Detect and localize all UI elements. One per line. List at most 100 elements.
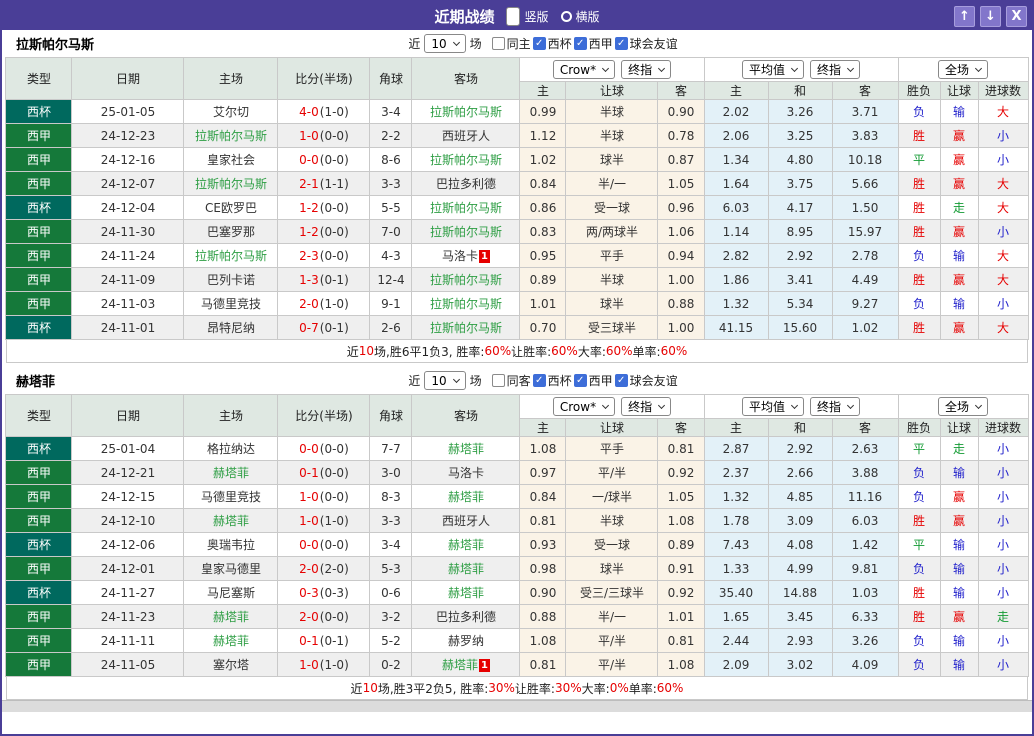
checkbox-club-friendly[interactable]: 球会友谊 (614, 372, 678, 389)
fulltime-select[interactable]: 全场 (938, 60, 989, 79)
average-select[interactable]: 平均值 (741, 60, 804, 79)
filter-row: 赫塔菲 近 10 场 同客 西杯 西甲 (2, 367, 1032, 394)
date-cell: 24-11-24 (71, 243, 185, 268)
team-name-text: 赫罗纳 (447, 634, 484, 648)
result-goals-cell: 小 (977, 508, 1029, 533)
team-name-text: 赫塔菲 (447, 586, 484, 600)
home-team-cell: 塞尔塔 (183, 652, 279, 677)
average-time-select[interactable]: 终指 (810, 397, 861, 416)
avg-home-cell: 2.06 (703, 123, 769, 148)
checkbox-unchecked-icon (491, 37, 505, 50)
avg-draw-cell: 4.85 (767, 484, 833, 509)
summary-segment: 单率: (632, 344, 661, 359)
odds-away-cell: 1.01 (657, 604, 705, 629)
checkbox-liga[interactable]: 西甲 (573, 35, 613, 52)
team-name-text: 巴列卡诺 (206, 273, 255, 287)
corner-cell: 3-3 (369, 171, 413, 196)
halftime-score: (0-0) (319, 609, 349, 624)
summary-segment: 单率: (628, 681, 657, 696)
col-header-corner: 角球 (369, 57, 413, 100)
fulltime-score: 0-0 (299, 441, 319, 456)
col-header-odds-home: 主 (519, 418, 567, 437)
fulltime-score: 2-3 (299, 248, 319, 263)
match-row: 西甲 24-11-23 赫塔菲 2-0(0-0) 3-2 巴拉多利德 0.88 半/一 1.01… (5, 604, 1029, 629)
fulltime-score: 2-0 (299, 561, 319, 576)
team-name-text: 拉斯帕尔马斯 (194, 129, 267, 143)
radio-horizontal-layout[interactable]: 横版 (560, 8, 600, 25)
col-header-avg-home: 主 (703, 418, 769, 437)
team-name-text: 奥瑞韦拉 (206, 538, 255, 552)
avg-draw-cell: 3.02 (767, 652, 833, 677)
team-name-text: 拉斯帕尔马斯 (429, 153, 502, 167)
checkbox-label: 同客 (506, 374, 531, 388)
checkbox-cup[interactable]: 西杯 (532, 372, 572, 389)
avg-home-cell: 1.33 (703, 556, 769, 581)
corner-cell: 5-2 (369, 628, 413, 653)
date-cell: 25-01-05 (71, 99, 185, 124)
result-handicap-cell: 赢 (939, 147, 979, 172)
odds-home-cell: 1.01 (519, 291, 567, 316)
odds-home-cell: 1.02 (519, 147, 567, 172)
checkbox-club-friendly[interactable]: 球会友谊 (614, 35, 678, 52)
away-team-cell: 赫塔菲 (411, 556, 521, 581)
result-handicap-cell: 输 (939, 556, 979, 581)
bookmaker-select[interactable]: Crow* (552, 60, 616, 79)
team-section-getafe: 赫塔菲 近 10 场 同客 西杯 西甲 (2, 367, 1032, 700)
match-count-select[interactable]: 10 (424, 371, 466, 390)
away-team-cell: 拉斯帕尔马斯 (411, 195, 521, 220)
radio-vertical-layout[interactable]: 竖版 (506, 6, 549, 26)
date-cell: 24-12-07 (71, 171, 185, 196)
near-label: 近 (408, 37, 421, 51)
odds-time-select[interactable]: 终指 (621, 60, 672, 79)
avg-draw-cell: 15.60 (767, 315, 833, 340)
average-time-select[interactable]: 终指 (810, 60, 861, 79)
date-cell: 24-11-11 (71, 628, 185, 653)
odds-home-cell: 0.84 (519, 171, 567, 196)
score-cell: 0-0(0-0) (277, 532, 371, 557)
team-name-text: 巴拉多利德 (435, 610, 496, 624)
summary-segment: 近 (350, 681, 363, 696)
odds-home-cell: 1.08 (519, 628, 567, 653)
odds-handicap-cell: 受一球 (565, 195, 659, 220)
corner-cell: 12-4 (369, 267, 413, 292)
avg-away-cell: 1.42 (831, 532, 899, 557)
home-team-cell: 赫塔菲 (183, 604, 279, 629)
result-wdl-cell: 负 (897, 556, 941, 581)
checkbox-cup[interactable]: 西杯 (532, 35, 572, 52)
away-team-cell: 马洛卡 (411, 460, 521, 485)
odds-home-cell: 0.90 (519, 580, 567, 605)
checkbox-same-home[interactable]: 同主 (491, 35, 531, 52)
fulltime-select[interactable]: 全场 (938, 397, 989, 416)
halftime-score: (0-1) (319, 272, 349, 287)
red-card-badge: 1 (478, 250, 490, 263)
avg-home-cell: 1.14 (703, 219, 769, 244)
date-cell: 25-01-04 (71, 436, 185, 461)
fulltime-score: 1-2 (299, 224, 319, 239)
red-card-badge: 1 (478, 659, 490, 672)
home-team-cell: 昂特尼纳 (183, 315, 279, 340)
away-team-cell: 赫罗纳 (411, 628, 521, 653)
avg-home-cell: 6.03 (703, 195, 769, 220)
avg-draw-cell: 2.66 (767, 460, 833, 485)
corner-cell: 2-2 (369, 123, 413, 148)
home-team-cell: 拉斯帕尔马斯 (183, 171, 279, 196)
type-cell: 西甲 (5, 652, 73, 677)
move-down-button[interactable]: ↓ (980, 5, 1001, 27)
odds-handicap-cell: 球半 (565, 556, 659, 581)
avg-home-cell: 2.44 (703, 628, 769, 653)
result-handicap-cell: 赢 (939, 171, 979, 196)
bookmaker-select[interactable]: Crow* (552, 397, 616, 416)
odds-time-select[interactable]: 终指 (621, 397, 672, 416)
average-select[interactable]: 平均值 (741, 397, 804, 416)
odds-home-cell: 1.12 (519, 123, 567, 148)
match-count-select[interactable]: 10 (424, 34, 466, 53)
move-up-button[interactable]: ↑ (954, 5, 975, 27)
type-cell: 西甲 (5, 484, 73, 509)
avg-draw-cell: 5.34 (767, 291, 833, 316)
match-row: 西杯 25-01-05 艾尔切 4-0(1-0) 3-4 拉斯帕尔马斯 0.99 半球 0.90… (5, 99, 1029, 124)
odds-handicap-cell: 受三球半 (565, 315, 659, 340)
checkbox-same-away[interactable]: 同客 (491, 372, 531, 389)
result-wdl-cell: 负 (897, 628, 941, 653)
close-button[interactable]: X (1006, 5, 1027, 27)
checkbox-liga[interactable]: 西甲 (573, 372, 613, 389)
